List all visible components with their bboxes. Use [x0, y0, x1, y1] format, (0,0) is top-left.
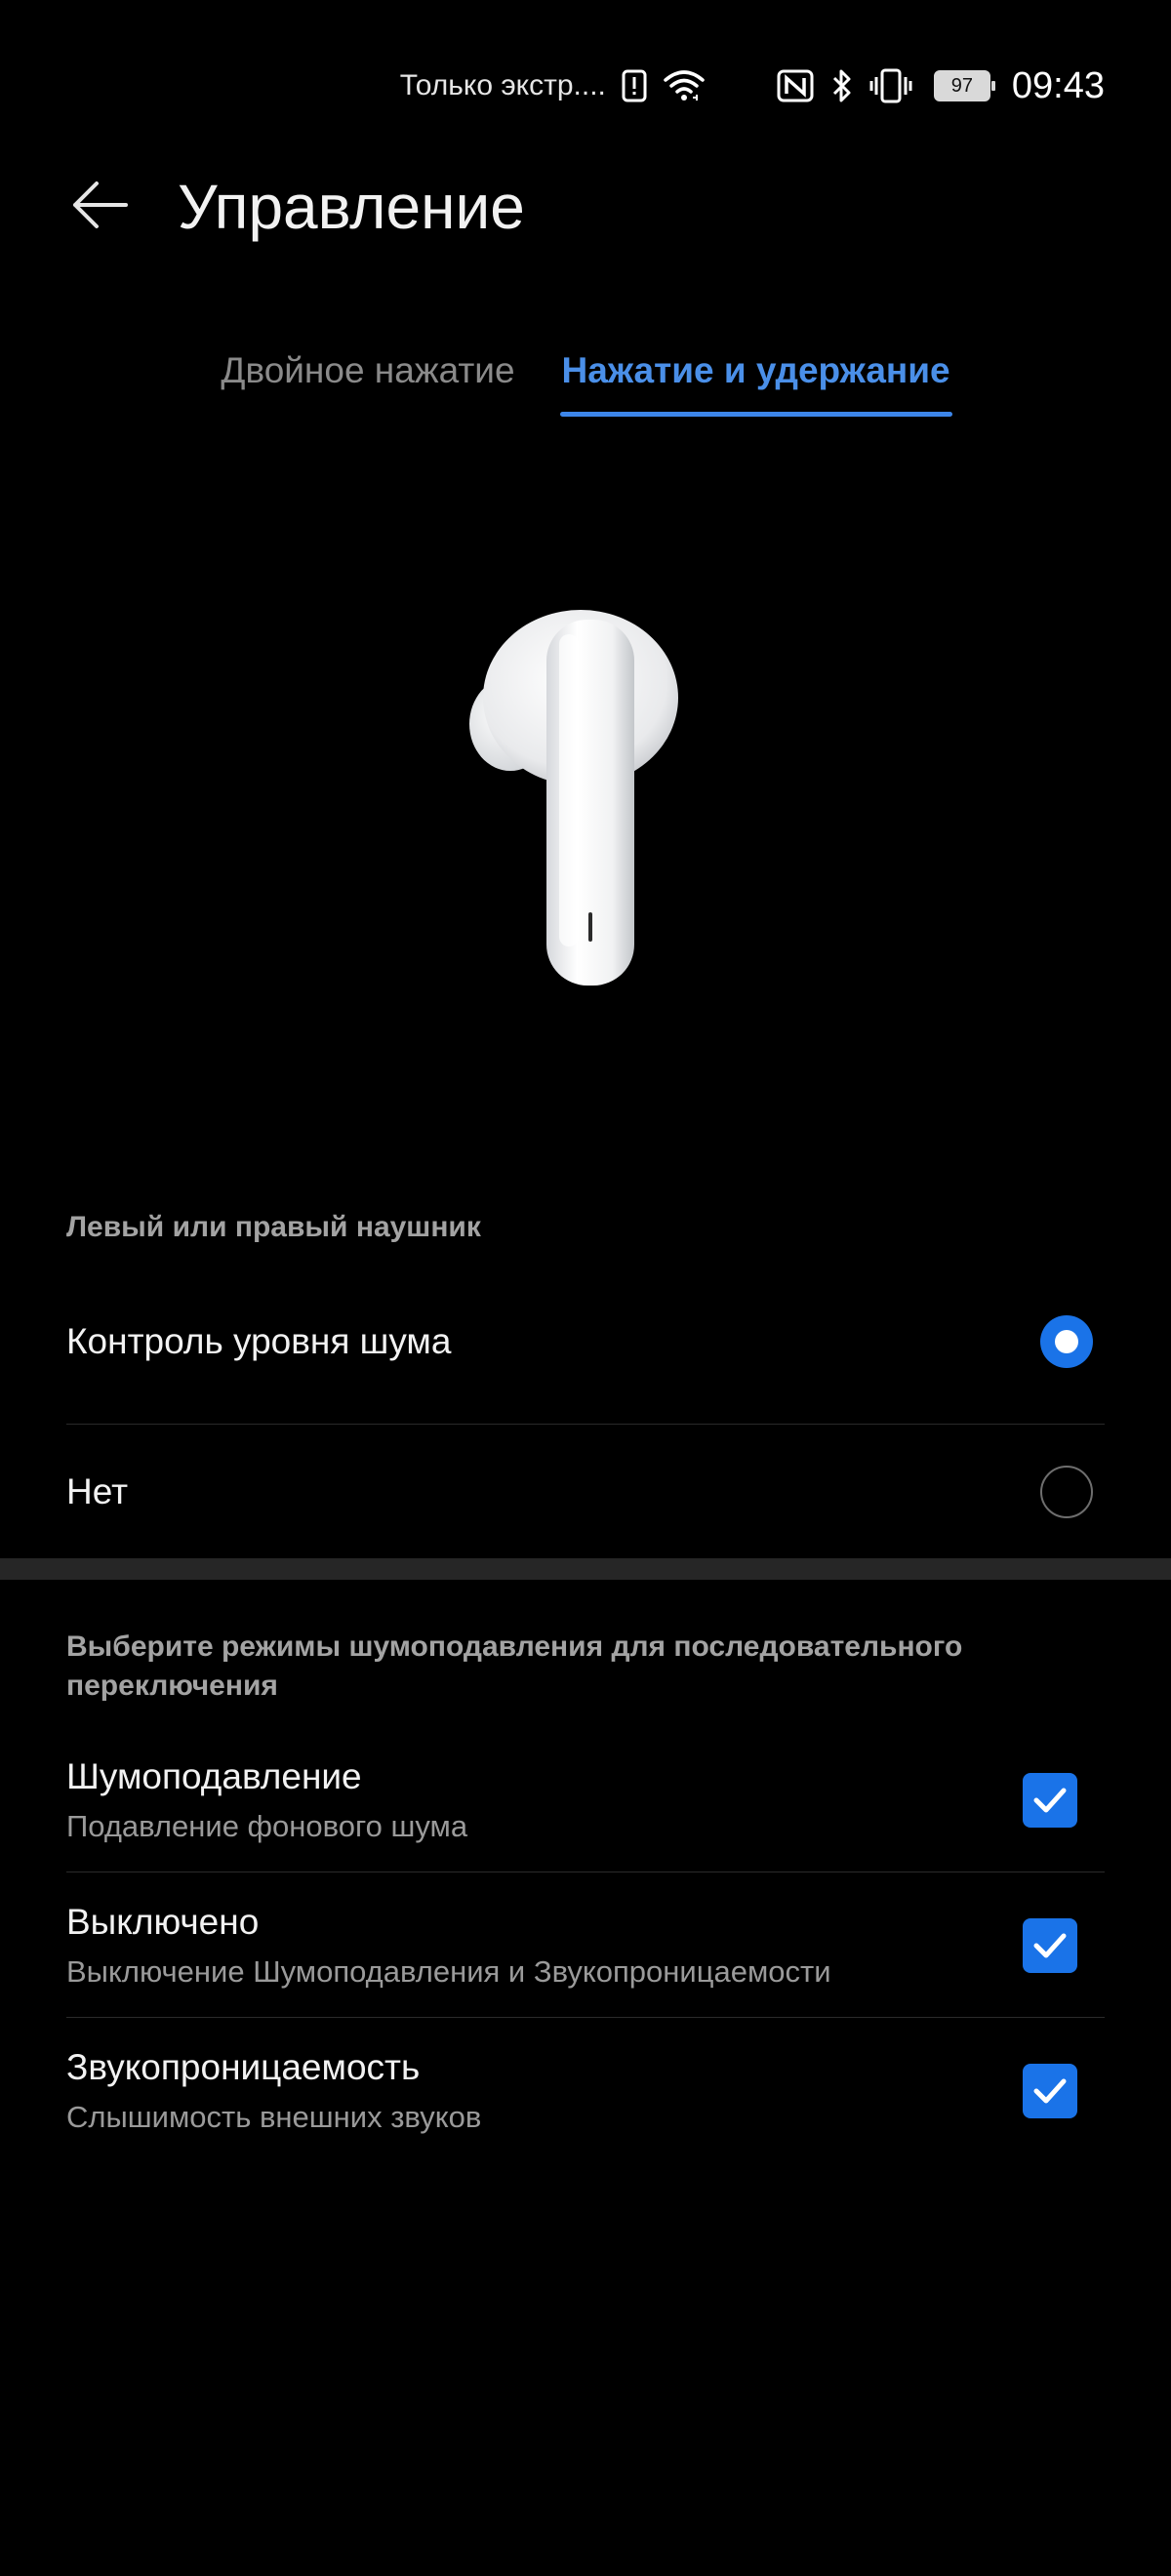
noise-mode-anc[interactable]: Шумоподавление Подавление фонового шума [66, 1727, 1105, 1873]
vibrate-icon [869, 66, 912, 105]
radio-dot [1055, 1330, 1078, 1353]
noise-mode-off[interactable]: Выключено Выключение Шумоподавления и Зв… [66, 1872, 1105, 2019]
tab-double-tap[interactable]: Двойное нажатие [219, 337, 516, 405]
check-text: Выключено Выключение Шумоподавления и Зв… [66, 1898, 831, 1993]
checkbox[interactable] [1023, 1918, 1077, 1973]
battery-icon: 97 [933, 70, 995, 101]
back-button[interactable] [61, 166, 139, 244]
alert-icon [622, 66, 647, 105]
clock: 09:43 [1011, 64, 1105, 106]
check-title: Шумоподавление [66, 1756, 362, 1796]
check-text: Шумоподавление Подавление фонового шума [66, 1752, 467, 1848]
check-title: Выключено [66, 1902, 260, 1942]
status-bar: Только экстр.... 97 09:43 [400, 59, 1105, 113]
nfc-icon [776, 66, 815, 105]
noise-section-label: Выберите режимы шумоподавления для после… [66, 1630, 963, 1702]
checkbox[interactable] [1023, 2064, 1077, 2118]
checkbox[interactable] [1023, 1773, 1077, 1828]
radio-button[interactable] [1040, 1315, 1093, 1368]
checkmark-icon [1033, 1788, 1067, 1813]
page-title: Управление [178, 172, 525, 242]
check-text: Звукопроницаемость Слышимость внешних зв… [66, 2043, 481, 2139]
arrow-left-icon [73, 181, 128, 228]
bluetooth-icon [830, 66, 854, 105]
option-noise-control[interactable]: Контроль уровня шума [66, 1290, 1105, 1393]
option-none[interactable]: Нет [66, 1440, 1105, 1544]
check-subtitle: Подавление фонового шума [66, 1809, 468, 1843]
checkmark-icon [1033, 2078, 1067, 2104]
earbud-icon [469, 610, 678, 986]
checkmark-icon [1033, 1933, 1067, 1958]
option-label: Контроль уровня шума [66, 1321, 452, 1361]
section-separator [0, 1558, 1171, 1580]
tab-press-and-hold[interactable]: Нажатие и удержание [559, 337, 952, 417]
check-subtitle: Слышимость внешних звуков [66, 2100, 482, 2134]
carrier-text: Только экстр.... [399, 69, 606, 101]
check-title: Звукопроницаемость [66, 2047, 421, 2087]
divider [66, 1424, 1105, 1425]
radio-button[interactable] [1040, 1466, 1093, 1518]
wifi-icon [663, 66, 706, 105]
earbud-section-label: Левый или правый наушник [66, 1211, 481, 1243]
option-label: Нет [66, 1471, 129, 1511]
check-subtitle: Выключение Шумоподавления и Звукопроница… [66, 1954, 831, 1989]
tab-bar: Двойное нажатие Нажатие и удержание [0, 337, 1171, 417]
noise-mode-transparency[interactable]: Звукопроницаемость Слышимость внешних зв… [66, 2018, 1105, 2164]
